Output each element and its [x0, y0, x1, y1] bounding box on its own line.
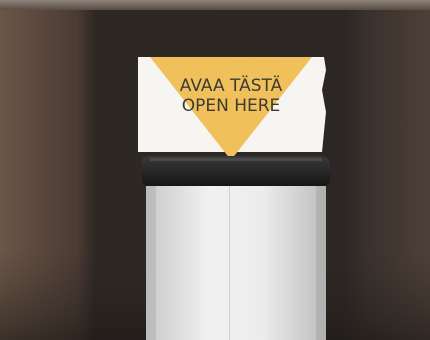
sign-text: AVAA TÄSTÄ OPEN HERE [146, 76, 316, 116]
lid-highlight [150, 158, 322, 161]
sign-text-finnish: AVAA TÄSTÄ [179, 76, 283, 96]
dispenser-photo [0, 0, 430, 340]
body-edge-right [316, 186, 326, 340]
photo-frame: AVAA TÄSTÄ OPEN HERE [0, 0, 430, 340]
body-edge-left [146, 186, 156, 340]
top-strip [0, 0, 430, 10]
body-center-seam [229, 186, 230, 340]
dispenser-body [146, 186, 326, 340]
sign-text-english: OPEN HERE [181, 96, 281, 116]
